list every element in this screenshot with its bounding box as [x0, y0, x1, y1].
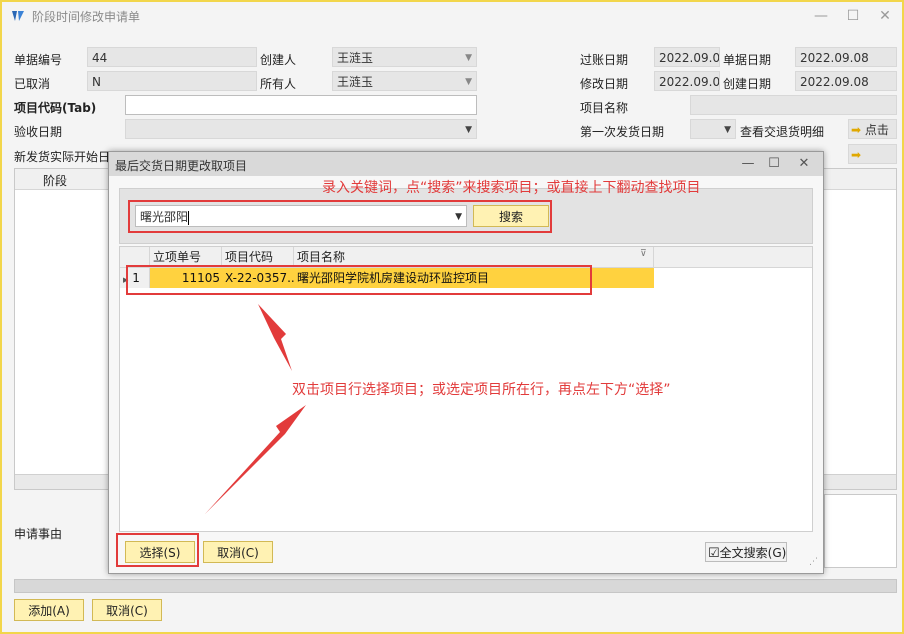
arrow-down-icon — [258, 304, 292, 371]
app-window: 阶段时间修改申请单 — ☐ ✕ 单据编号 44 创建人 王涟玉 ▼ 过账日期 20… — [0, 0, 904, 634]
arrow-up-icon — [205, 405, 306, 514]
annotation-arrows — [205, 304, 306, 514]
